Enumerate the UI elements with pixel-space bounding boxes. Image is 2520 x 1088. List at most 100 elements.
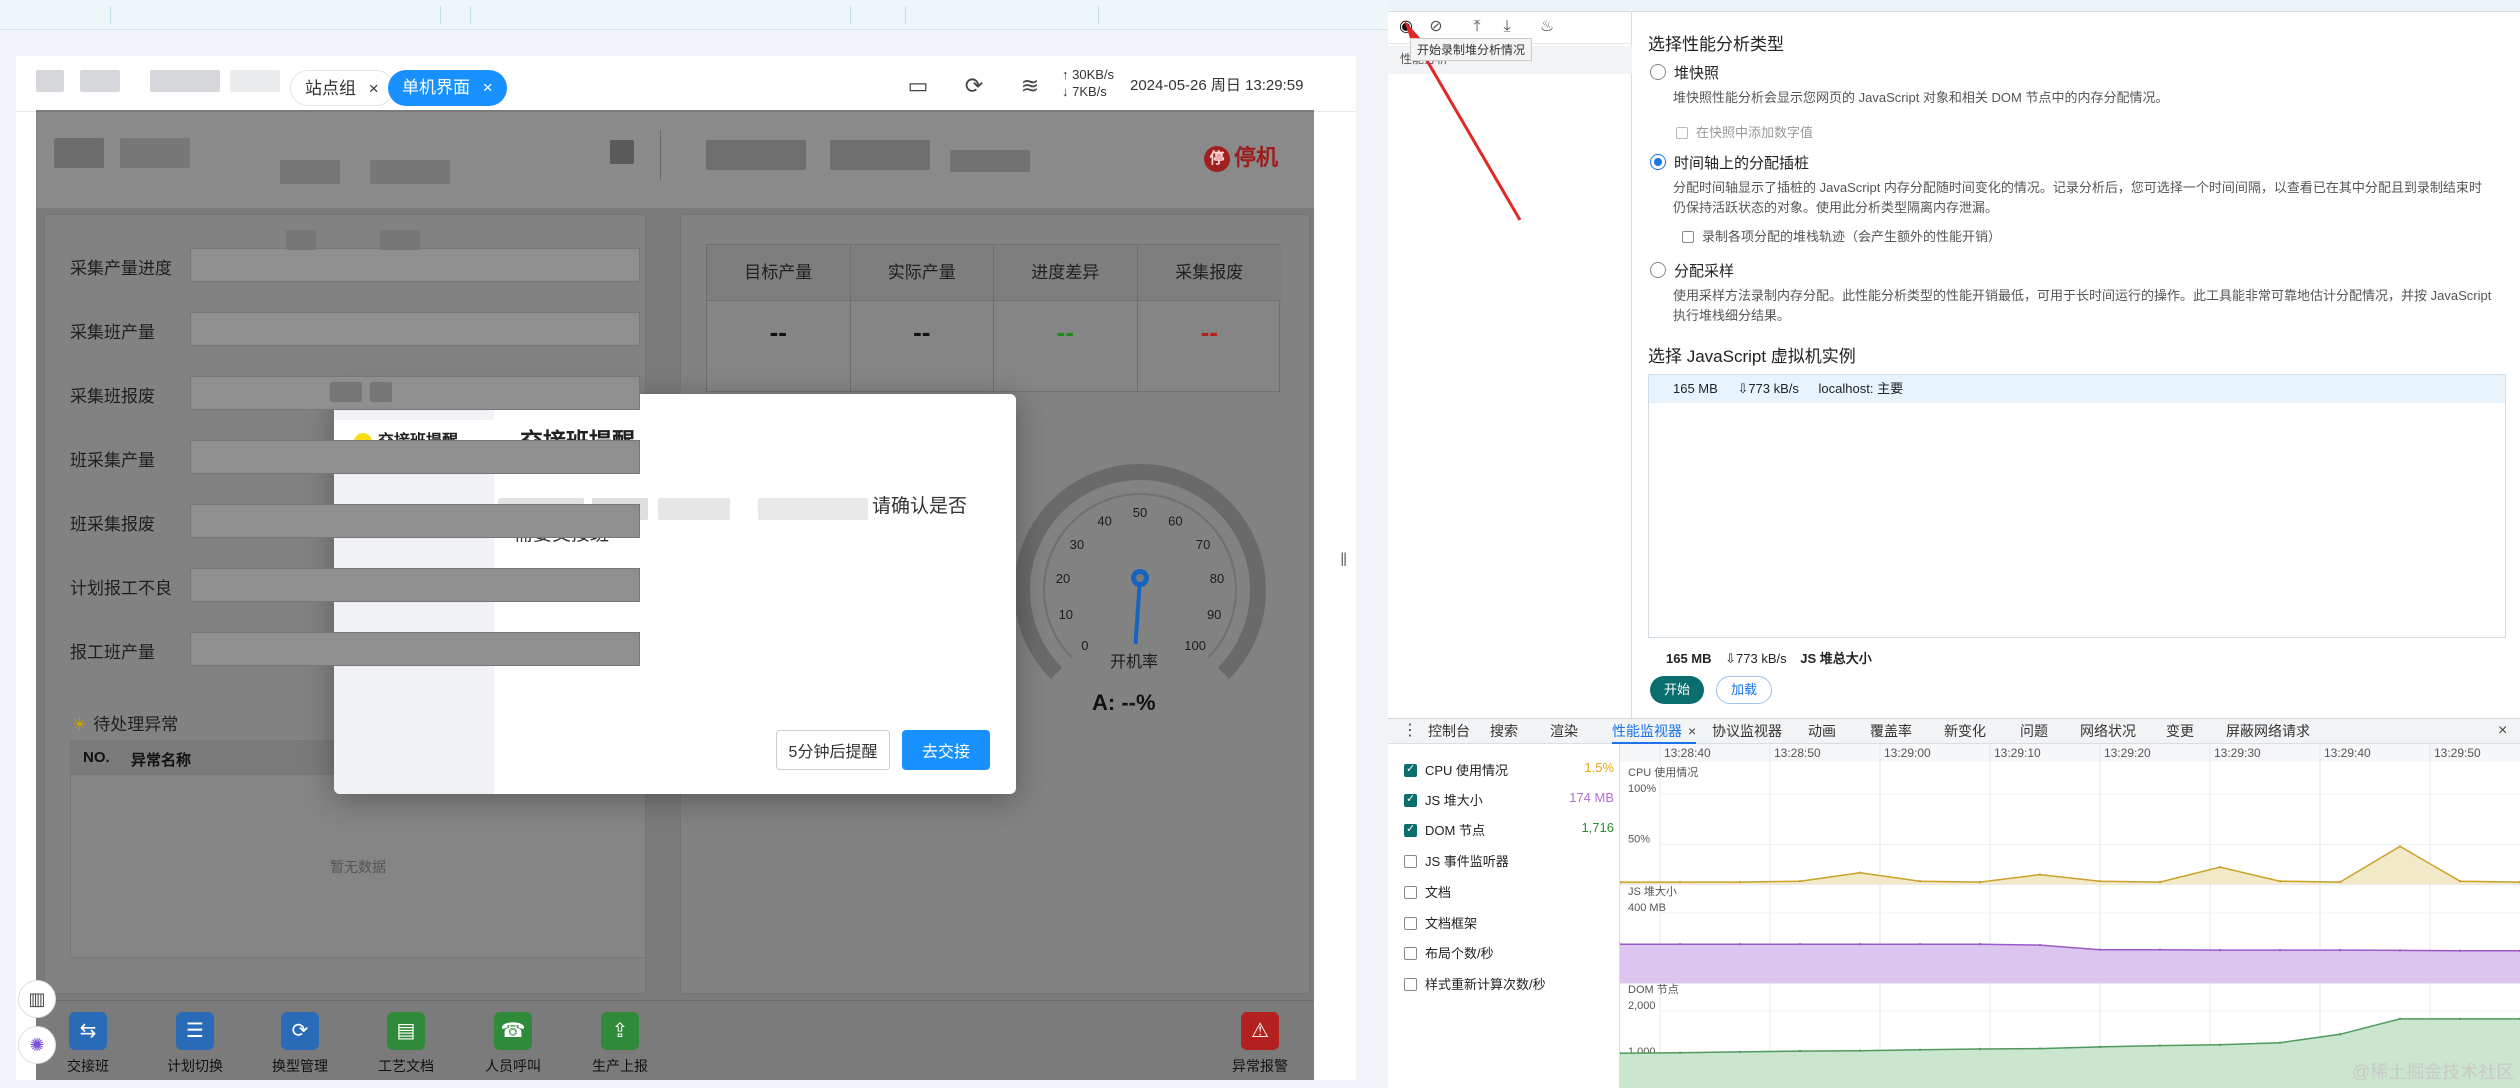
gauge-tick-label: 70 — [1196, 537, 1210, 552]
metric-label: JS 事件监听器 — [1425, 854, 1509, 869]
message-text: 请确认是否 — [872, 496, 968, 517]
go-handover-button[interactable]: 去交接 — [902, 730, 990, 770]
bottom-button-label: 异常报警 — [1232, 1058, 1288, 1074]
field-row: 计划报工不良 — [70, 568, 640, 602]
empty-message: 暂无数据 — [330, 859, 386, 875]
metric-row[interactable]: JS 堆大小 174 MB — [1404, 790, 1614, 810]
checkbox[interactable] — [1682, 230, 1694, 243]
drawer-tab[interactable]: 屏蔽网络请求 — [2226, 718, 2310, 744]
chart-point — [1918, 880, 1922, 883]
profile-option[interactable]: 分配采样 — [1650, 260, 1734, 281]
profile-option-checkbox[interactable]: 录制各项分配的堆栈轨迹（会产生额外的性能开销） — [1682, 226, 2001, 245]
bottom-button-icon: ⇆ — [69, 1012, 107, 1050]
metric-row[interactable]: DOM 节点 1,716 — [1404, 820, 1614, 840]
drawer-tab[interactable]: 变更 — [2166, 718, 2194, 744]
profile-option-checkbox[interactable]: 在快照中添加数字值 — [1676, 122, 1813, 141]
metric-label: CPU 使用情况 — [1425, 763, 1509, 778]
drawer-tab[interactable]: 协议监视器 — [1712, 718, 1782, 744]
drawer-tab[interactable]: 网络状况 — [2080, 718, 2136, 744]
radio-button[interactable] — [1650, 64, 1666, 81]
bottom-button[interactable]: ☰ 计划切换 — [145, 1012, 245, 1076]
drawer-tab[interactable]: 渲染 — [1550, 718, 1578, 744]
metric-checkbox[interactable] — [1404, 855, 1417, 869]
chart-point — [2338, 948, 2342, 952]
drawer-tab[interactable]: 控制台 — [1428, 718, 1470, 744]
chart-point — [2218, 1043, 2222, 1046]
bottom-button[interactable]: ⇆ 交接班 — [38, 1012, 138, 1076]
chart-point — [2038, 873, 2042, 876]
stat-header: 目标产量 — [707, 245, 850, 301]
more-icon[interactable]: ⋮ — [1402, 718, 1418, 744]
bottom-button[interactable]: ☎ 人员呼叫 — [463, 1012, 563, 1076]
chart-point — [1978, 880, 1982, 884]
bottom-button[interactable]: ⟳ 换型管理 — [250, 1012, 350, 1076]
drawer-tab[interactable]: 覆盖率 — [1870, 718, 1912, 744]
js-heap-total: 165 MB ⇩773 kB/s JS 堆总大小 — [1666, 648, 1872, 667]
chart-point — [2098, 948, 2102, 951]
blurred-text — [120, 138, 190, 168]
stat-cell: 目标产量 -- — [707, 245, 851, 393]
drawer-tab[interactable]: 性能监视器 × — [1612, 718, 1697, 744]
blurred-text — [380, 230, 420, 250]
metric-row[interactable]: JS 事件监听器 — [1404, 851, 1614, 871]
metric-checkbox[interactable] — [1404, 978, 1417, 992]
metric-checkbox[interactable] — [1404, 886, 1417, 900]
refresh-icon[interactable]: ⟳ — [958, 70, 990, 102]
radio-button[interactable] — [1650, 154, 1666, 171]
drawer-tab[interactable]: 新变化 — [1944, 718, 1986, 744]
metric-checkbox[interactable] — [1404, 917, 1417, 931]
drawer-tab[interactable]: 动画 — [1808, 718, 1836, 744]
field-row: 采集产量进度 — [70, 248, 640, 282]
drawer-tab[interactable]: 搜索 — [1490, 718, 1518, 744]
vm-instance-list: 165 MB ⇩773 kB/s localhost: 主要 — [1648, 374, 2506, 638]
total-rate: ⇩773 kB/s — [1725, 651, 1787, 666]
metric-checkbox[interactable] — [1404, 947, 1417, 961]
metric-checkbox[interactable] — [1404, 792, 1417, 808]
bottom-button[interactable]: ⇪ 生产上报 — [570, 1012, 670, 1076]
close-icon[interactable]: × — [2498, 718, 2507, 744]
radio-button[interactable] — [1650, 262, 1666, 279]
tab-single-machine[interactable]: 单机界面 × — [388, 70, 507, 106]
bottom-button-icon: ⚠ — [1241, 1012, 1279, 1050]
stat-value: -- — [769, 317, 787, 347]
pending-title-text: 待处理异常 — [93, 715, 179, 734]
profile-option[interactable]: 堆快照 — [1650, 62, 1719, 83]
load-button[interactable]: 加载 — [1716, 676, 1772, 704]
drawer-tab[interactable]: 问题 — [2020, 718, 2048, 744]
close-icon[interactable]: × — [483, 78, 493, 97]
profile-option-description: 使用采样方法录制内存分配。此性能分析类型的性能开销最低，可用于长时间运行的操作。… — [1673, 288, 2492, 323]
bottom-button[interactable]: ▤ 工艺文档 — [356, 1012, 456, 1076]
chart-point — [1678, 880, 1682, 884]
strip-divider — [905, 6, 906, 24]
remind-later-button[interactable]: 5分钟后提醒 — [776, 730, 890, 770]
clock: 2024-05-26 周日 13:29:59 — [1130, 77, 1304, 94]
red-arrow-annotation — [1404, 20, 1522, 221]
profile-option[interactable]: 时间轴上的分配插桩 — [1650, 152, 1809, 173]
strip-divider — [440, 6, 441, 24]
metric-row[interactable]: 文档框架 — [1404, 913, 1614, 933]
vm-instance-row[interactable]: 165 MB ⇩773 kB/s localhost: 主要 — [1649, 375, 2505, 403]
blurred-text — [950, 150, 1030, 172]
bottom-button-label: 交接班 — [67, 1058, 109, 1074]
metric-row[interactable]: 文档 — [1404, 882, 1614, 902]
close-icon[interactable]: × — [1688, 723, 1696, 739]
strip-divider — [470, 6, 471, 24]
checkbox[interactable] — [1676, 126, 1688, 139]
close-icon[interactable]: × — [369, 79, 379, 98]
chart-time-label: 13:29:00 — [1884, 746, 1931, 760]
field-row: 班采集产量 — [70, 440, 640, 474]
screen-icon[interactable]: ▭ — [902, 70, 934, 102]
metric-row[interactable]: 样式重新计算次数/秒 — [1404, 974, 1614, 994]
stat-cell: 实际产量 -- — [850, 245, 994, 393]
metric-checkbox[interactable] — [1404, 762, 1417, 778]
metric-row[interactable]: 布局个数/秒 — [1404, 943, 1614, 963]
resize-handle[interactable]: ‖ — [1340, 550, 1350, 580]
blurred-text — [370, 160, 450, 184]
metric-label: DOM 节点 — [1425, 823, 1485, 838]
start-button[interactable]: 开始 — [1650, 676, 1704, 704]
col-name: 异常名称 — [131, 752, 192, 769]
metric-checkbox[interactable] — [1404, 822, 1417, 838]
tab-station-group[interactable]: 站点组 × — [290, 70, 394, 106]
metric-row[interactable]: CPU 使用情况 1.5% — [1404, 760, 1614, 780]
bottom-button[interactable]: ⚠ 异常报警 — [1210, 1012, 1310, 1076]
